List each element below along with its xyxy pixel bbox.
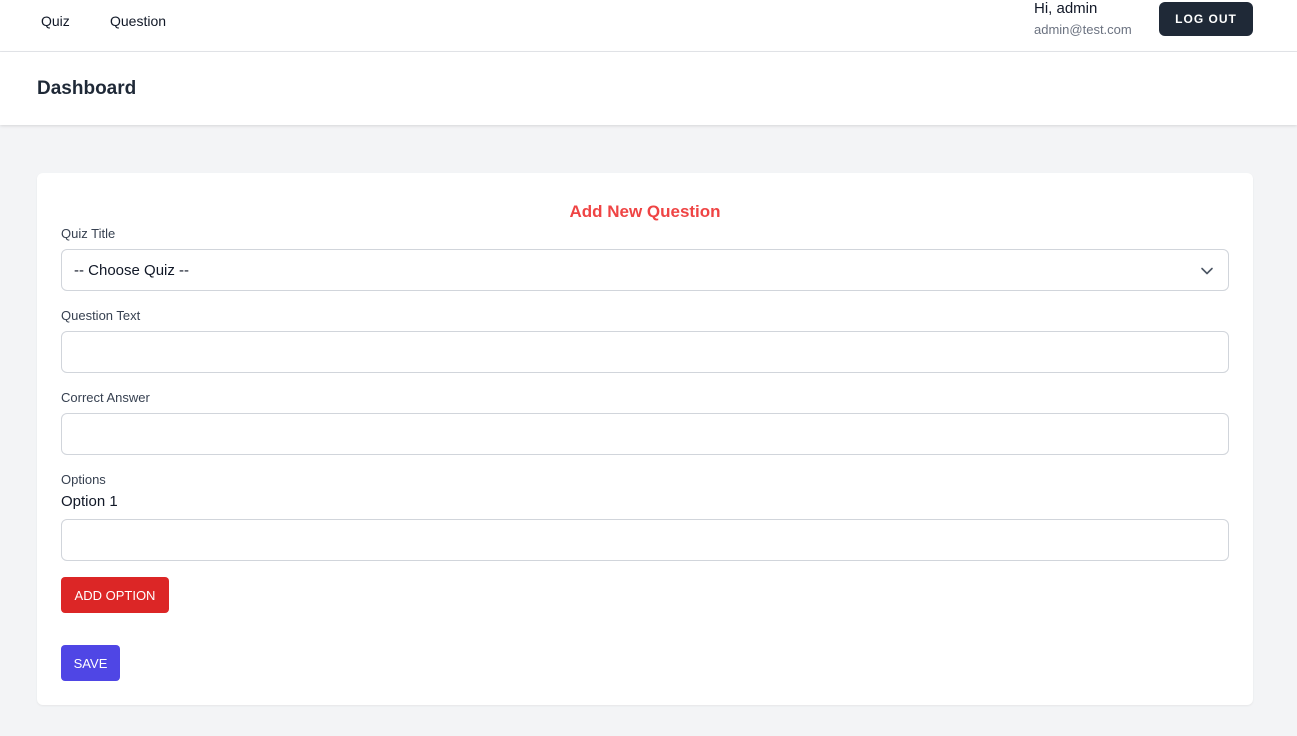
quiz-select[interactable]: -- Choose Quiz --: [61, 249, 1229, 291]
question-text-label: Question Text: [61, 308, 141, 323]
options-label: Options: [61, 472, 106, 487]
top-navigation: Quiz Question Hi, admin admin@test.com L…: [0, 0, 1297, 52]
question-text-input[interactable]: [61, 331, 1229, 373]
quiz-select-value: -- Choose Quiz --: [74, 261, 190, 279]
add-option-button[interactable]: ADD OPTION: [61, 577, 169, 613]
nav-link-question[interactable]: Question: [110, 12, 166, 30]
option-1-input[interactable]: [61, 519, 1229, 561]
correct-answer-input[interactable]: [61, 413, 1229, 455]
add-question-card: Add New Question Quiz Title -- Choose Qu…: [37, 173, 1253, 705]
option-1-label: Option 1: [61, 493, 118, 510]
correct-answer-label: Correct Answer: [61, 390, 150, 405]
quiz-title-label: Quiz Title: [61, 226, 116, 241]
chevron-down-icon: [1201, 267, 1213, 275]
nav-link-quiz[interactable]: Quiz: [41, 12, 70, 30]
user-email: admin@test.com: [1034, 22, 1132, 37]
logout-button[interactable]: LOG OUT: [1159, 2, 1253, 36]
save-button[interactable]: SAVE: [61, 645, 120, 681]
user-info: Hi, admin admin@test.com: [1034, 0, 1132, 38]
page-header: Dashboard: [0, 52, 1297, 125]
user-greeting: Hi, admin: [1034, 0, 1098, 17]
form-title: Add New Question: [569, 202, 721, 221]
page-title: Dashboard: [37, 78, 137, 99]
